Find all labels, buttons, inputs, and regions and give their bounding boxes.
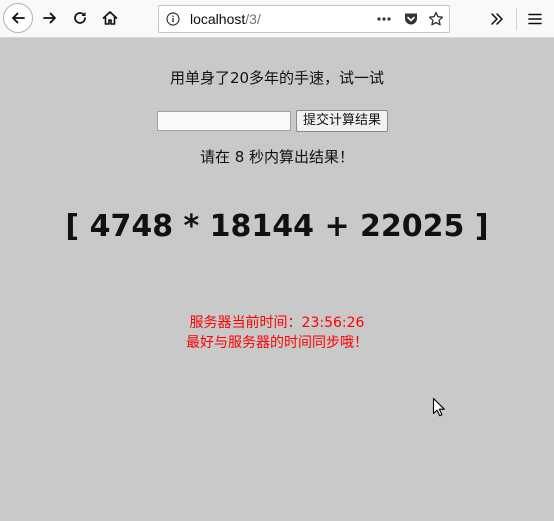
more-dots-icon bbox=[377, 17, 391, 21]
math-formula: [ 4748 * 18144 + 22025 ] bbox=[65, 209, 489, 244]
back-arrow-icon bbox=[12, 12, 25, 24]
pocket-icon bbox=[405, 13, 417, 25]
browser-toolbar: localhost/3/ bbox=[0, 0, 554, 38]
mouse-cursor-icon bbox=[432, 397, 445, 417]
hamburger-menu-icon bbox=[528, 13, 542, 25]
url-text[interactable]: localhost/3/ bbox=[190, 11, 261, 27]
back-button[interactable] bbox=[3, 3, 33, 33]
page-heading: 用单身了20多年的手速，试一试 bbox=[169, 69, 385, 87]
url-host: localhost bbox=[190, 11, 246, 27]
main-menu-button[interactable] bbox=[524, 7, 546, 31]
home-icon bbox=[102, 11, 118, 25]
reload-icon bbox=[74, 12, 86, 24]
answer-form: 提交计算结果 bbox=[157, 110, 389, 132]
countdown-text: 请在 8 秒内算出结果！ bbox=[199, 148, 355, 166]
overflow-chevron-icon bbox=[491, 13, 503, 25]
home-button[interactable] bbox=[98, 5, 122, 31]
bookmark-star-icon bbox=[428, 11, 444, 26]
reload-button[interactable] bbox=[68, 5, 92, 31]
time-sync-hint: 最好与服务器的时间同步哦！ bbox=[186, 335, 368, 351]
toolbar-separator bbox=[516, 8, 517, 30]
url-path: /3/ bbox=[245, 11, 261, 27]
submit-result-button[interactable]: 提交计算结果 bbox=[296, 110, 389, 132]
forward-arrow-icon bbox=[43, 12, 56, 24]
page-content: 用单身了20多年的手速，试一试 提交计算结果 请在 8 秒内算出结果！ [ 47… bbox=[0, 39, 554, 521]
server-time-text: 服务器当前时间：23:56:26 bbox=[189, 315, 365, 331]
overflow-menu-button[interactable] bbox=[486, 7, 508, 31]
forward-button[interactable] bbox=[38, 5, 62, 31]
pocket-button[interactable] bbox=[402, 10, 420, 28]
bookmark-button[interactable] bbox=[427, 10, 445, 28]
info-icon[interactable] bbox=[166, 12, 180, 26]
url-bar[interactable]: localhost/3/ bbox=[158, 5, 450, 33]
page-actions-button[interactable] bbox=[375, 10, 393, 28]
answer-input[interactable] bbox=[157, 111, 291, 131]
